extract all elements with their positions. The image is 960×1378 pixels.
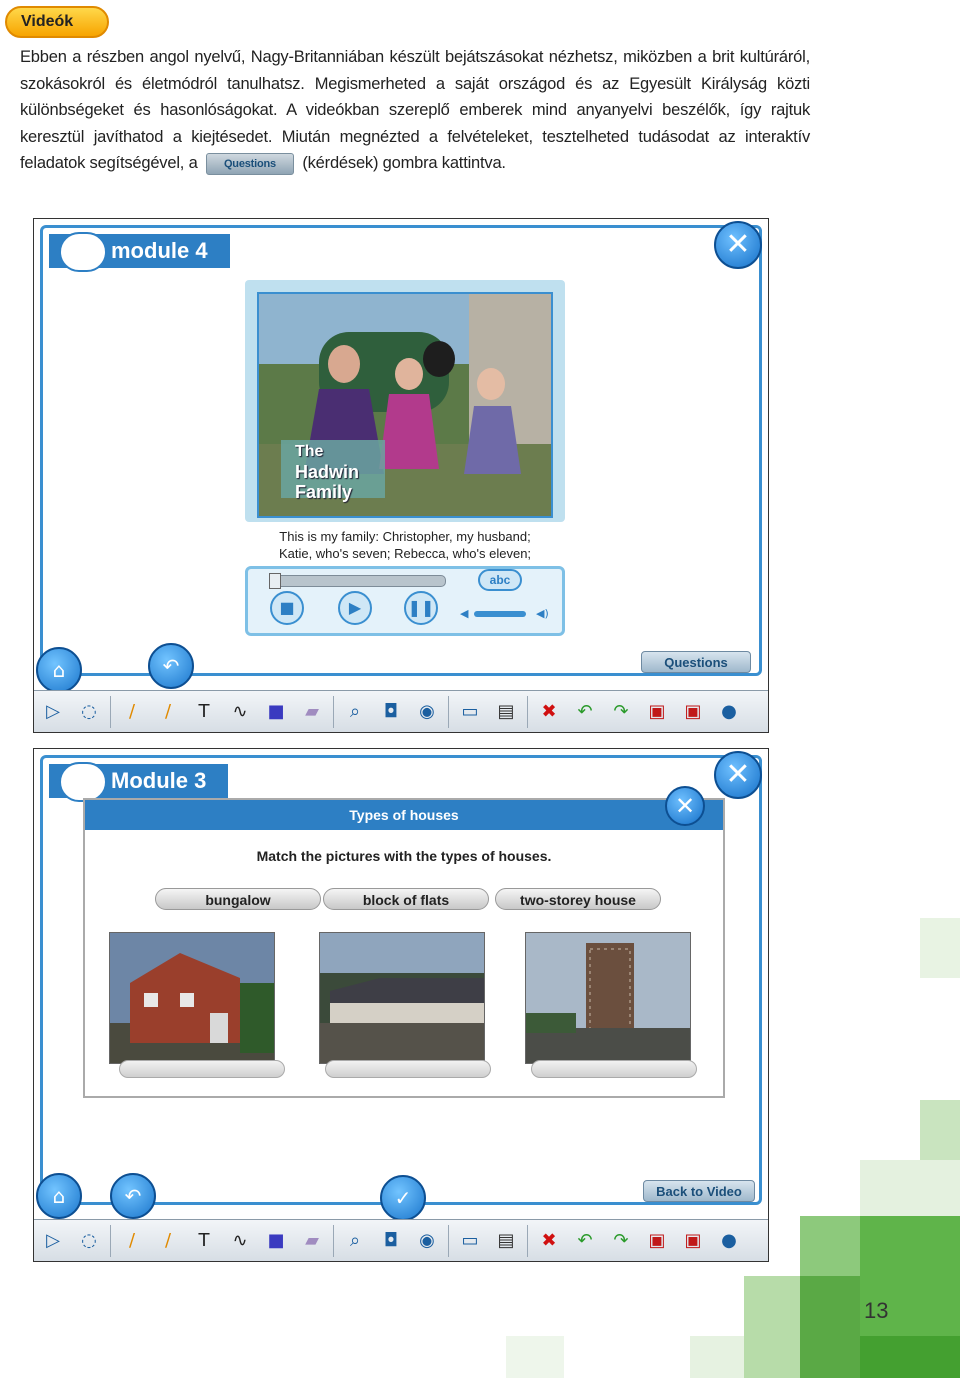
subtitle-line: Katie, who's seven; Rebecca, who's eleve… (278, 546, 532, 561)
save-as-icon[interactable]: ▣ (678, 1226, 708, 1256)
text-icon[interactable]: T (189, 697, 219, 727)
intro-paragraph: Ebben a részben angol nyelvű, Nagy-Brita… (20, 44, 810, 177)
label-block-of-flats[interactable]: block of flats (323, 888, 489, 910)
panel-title: Types of houses (85, 800, 723, 830)
panel-close-icon[interactable]: ✕ (665, 786, 705, 826)
exercise-panel: Types of houses ✕ Match the pictures wit… (83, 786, 725, 1098)
curve-icon[interactable]: ∿ (225, 697, 255, 727)
play-icon[interactable]: ▷ (38, 697, 68, 727)
progress-handle[interactable] (269, 573, 281, 589)
play-icon[interactable]: ▷ (38, 1226, 68, 1256)
shape-icon[interactable]: ■ (261, 697, 291, 727)
close-icon[interactable]: ✕ (714, 751, 762, 799)
globe-icon[interactable]: ● (714, 697, 744, 727)
volume-slider[interactable] (474, 611, 526, 617)
volume-high-icon: ◀) (536, 607, 549, 620)
save-as-icon[interactable]: ▣ (678, 697, 708, 727)
eye-icon[interactable]: ◉ (412, 697, 442, 727)
screen-icon[interactable]: ▭ (455, 697, 485, 727)
lasso-icon[interactable]: ◌ (74, 697, 104, 727)
stop-icon[interactable]: ■ (270, 591, 304, 625)
subtitle: This is my family: Christopher, my husba… (245, 528, 565, 562)
save-icon[interactable]: ▣ (642, 697, 672, 727)
answer-slot-1[interactable] (119, 1060, 285, 1078)
clear-icon[interactable]: ✖ (534, 1226, 564, 1256)
magnifier-icon[interactable]: ⌕ (340, 697, 370, 727)
exercise-frame: Module 3 Types of houses ✕ Match the pic… (40, 755, 762, 1205)
volume-low-icon: ◀ (460, 607, 469, 620)
page-number: 13 (864, 1298, 889, 1323)
questions-inline-button: Questions (205, 152, 294, 175)
text-icon[interactable]: T (189, 1226, 219, 1256)
play-icon[interactable]: ▶ (338, 591, 372, 625)
back-arrow-icon[interactable]: ↶ (110, 1173, 156, 1219)
home-icon[interactable]: ⌂ (36, 647, 82, 693)
video-player-screenshot: module 4 The Hadwin Family This is my fa… (33, 218, 769, 733)
back-arrow-icon[interactable]: ↶ (148, 643, 194, 689)
questions-button[interactable]: Questions (641, 651, 751, 673)
exercise-screenshot: Module 3 Types of houses ✕ Match the pic… (33, 748, 769, 1262)
lasso-icon[interactable]: ◌ (74, 1226, 104, 1256)
house-photo-1 (109, 932, 275, 1064)
video-frame: The Hadwin Family (257, 292, 553, 518)
check-icon[interactable]: ✓ (380, 1175, 426, 1221)
home-icon[interactable]: ⌂ (36, 1173, 82, 1219)
camera-icon[interactable]: ◘ (376, 697, 406, 727)
progress-bar[interactable] (269, 573, 446, 589)
subtitles-toggle-button[interactable]: abc (478, 569, 522, 591)
eye-icon[interactable]: ◉ (412, 1226, 442, 1256)
close-icon[interactable]: ✕ (714, 221, 762, 269)
clear-icon[interactable]: ✖ (534, 697, 564, 727)
house-photo-3 (525, 932, 691, 1064)
print-icon[interactable]: ▤ (491, 1226, 521, 1256)
toolbar: ▷ ◌ / / T ∿ ■ ▰ ⌕ ◘ ◉ ▭ ▤ ✖ ↶ ↷ ▣ ▣ ● (34, 1219, 768, 1261)
intro-text-end: (kérdések) gombra kattintva. (302, 154, 506, 172)
highlighter-icon[interactable]: / (153, 697, 183, 727)
video-area[interactable]: The Hadwin Family (245, 280, 565, 522)
camera-icon[interactable]: ◘ (376, 1226, 406, 1256)
pause-icon[interactable]: ❚❚ (404, 591, 438, 625)
video-controls: abc ■ ▶ ❚❚ ◀ ◀) (245, 566, 565, 636)
camera-logo-icon (59, 762, 107, 802)
pencil-icon[interactable]: / (117, 1226, 147, 1256)
globe-icon[interactable]: ● (714, 1226, 744, 1256)
curve-icon[interactable]: ∿ (225, 1226, 255, 1256)
toolbar: ▷ ◌ / / T ∿ ■ ▰ ⌕ ◘ ◉ ▭ ▤ ✖ ↶ ↷ ▣ ▣ ● (34, 690, 768, 732)
video-title-line: Family (295, 482, 353, 502)
save-icon[interactable]: ▣ (642, 1226, 672, 1256)
undo-icon[interactable]: ↶ (570, 1226, 600, 1256)
highlighter-icon[interactable]: / (153, 1226, 183, 1256)
redo-icon[interactable]: ↷ (606, 697, 636, 727)
section-tag: Videók (5, 6, 109, 38)
label-bungalow[interactable]: bungalow (155, 888, 321, 910)
player-frame: module 4 The Hadwin Family This is my fa… (40, 225, 762, 676)
print-icon[interactable]: ▤ (491, 697, 521, 727)
video-title-line: The (295, 443, 324, 460)
undo-icon[interactable]: ↶ (570, 697, 600, 727)
label-two-storey-house[interactable]: two-storey house (495, 888, 661, 910)
shape-icon[interactable]: ■ (261, 1226, 291, 1256)
screen-icon[interactable]: ▭ (455, 1226, 485, 1256)
eraser-icon[interactable]: ▰ (297, 1226, 327, 1256)
instruction: Match the pictures with the types of hou… (256, 848, 552, 864)
back-to-video-button[interactable]: Back to Video (643, 1180, 755, 1202)
house-photo-2 (319, 932, 485, 1064)
eraser-icon[interactable]: ▰ (297, 697, 327, 727)
pencil-icon[interactable]: / (117, 697, 147, 727)
camera-logo-icon (59, 232, 107, 272)
redo-icon[interactable]: ↷ (606, 1226, 636, 1256)
answer-slot-2[interactable] (325, 1060, 491, 1078)
answer-slot-3[interactable] (531, 1060, 697, 1078)
subtitle-line: This is my family: Christopher, my husba… (279, 529, 531, 544)
magnifier-icon[interactable]: ⌕ (340, 1226, 370, 1256)
video-title-line: Hadwin (295, 462, 360, 482)
